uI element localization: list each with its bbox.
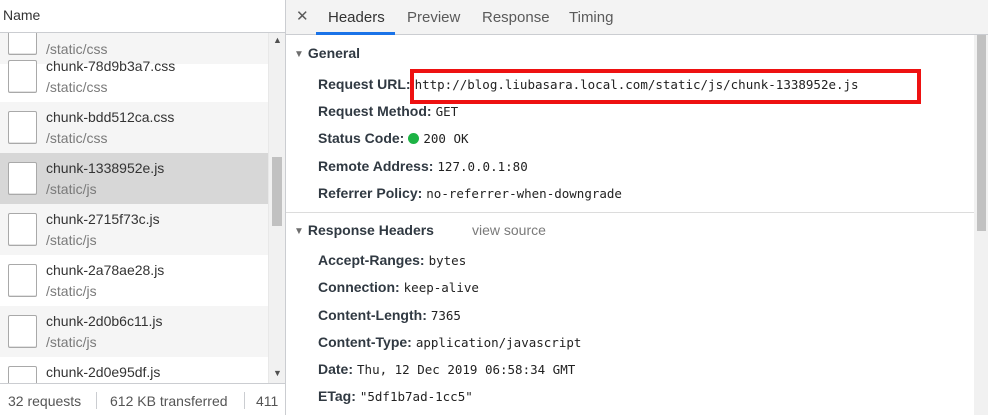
document-icon bbox=[8, 264, 37, 297]
close-icon[interactable]: ✕ bbox=[296, 7, 309, 25]
name-column-label: Name bbox=[3, 7, 41, 23]
name-column-header[interactable]: Name bbox=[0, 0, 285, 33]
file-path: /static/js bbox=[46, 334, 97, 350]
tab-headers[interactable]: Headers bbox=[328, 9, 385, 26]
tab-response[interactable]: Response bbox=[482, 9, 550, 26]
file-path: /static/css bbox=[46, 130, 108, 146]
response-headers-title: Response Headers bbox=[307, 222, 434, 238]
file-row[interactable]: chunk-2a78ae28.js /static/js bbox=[0, 255, 268, 306]
document-icon bbox=[8, 60, 37, 93]
document-icon bbox=[8, 162, 37, 195]
header-name: Request Method: bbox=[318, 103, 432, 119]
file-row-selected[interactable]: chunk-1338952e.js /static/js bbox=[0, 153, 268, 204]
headers-content: ▼ General Request URL: http://blog.liubasa… bbox=[286, 35, 974, 415]
file-name: chunk-2715f73c.js bbox=[46, 211, 160, 227]
scroll-down-arrow-icon[interactable]: ▼ bbox=[273, 368, 282, 378]
header-row-content-type: Content-Type: application/javascript bbox=[318, 334, 581, 350]
header-value[interactable]: GET bbox=[436, 104, 459, 119]
file-row[interactable]: chunk-2d0e95df.js bbox=[0, 357, 268, 383]
response-headers-section-toggle[interactable]: ▼ Response Headers bbox=[294, 222, 434, 238]
file-name: chunk-1338952e.js bbox=[46, 160, 165, 176]
details-scrollbar[interactable] bbox=[974, 35, 988, 415]
header-name: Request URL: bbox=[318, 76, 411, 92]
header-row-remote-address: Remote Address: 127.0.0.1:80 bbox=[318, 158, 528, 174]
file-name: chunk-78d9b3a7.css bbox=[46, 58, 176, 74]
header-name: Date: bbox=[318, 361, 354, 377]
tab-preview[interactable]: Preview bbox=[407, 9, 460, 26]
section-divider bbox=[286, 212, 974, 213]
header-name: Status Code: bbox=[318, 130, 405, 146]
header-name: Connection: bbox=[318, 279, 400, 295]
scroll-up-arrow-icon[interactable]: ▲ bbox=[273, 35, 282, 45]
file-name: chunk-2a78ae28.js bbox=[46, 262, 165, 278]
url-highlight-annotation bbox=[410, 69, 921, 104]
file-list-scrollbar[interactable]: ▲ ▼ bbox=[268, 33, 285, 383]
file-path: /static/css bbox=[46, 79, 108, 95]
transferred-size: 612 KB transferred bbox=[110, 393, 228, 409]
file-row[interactable]: chunk-2d0b6c11.js /static/js bbox=[0, 306, 268, 357]
header-value[interactable]: bytes bbox=[429, 253, 467, 268]
request-details-panel: ✕ Headers Preview Response Timing ▼ Gener… bbox=[286, 0, 988, 415]
file-path: /static/js bbox=[46, 232, 97, 248]
header-name: Referrer Policy: bbox=[318, 185, 423, 201]
file-path: /static/js bbox=[46, 283, 97, 299]
general-section-toggle[interactable]: ▼ General bbox=[294, 45, 360, 61]
header-name: Content-Length: bbox=[318, 307, 427, 323]
header-row-request-method: Request Method: GET bbox=[318, 103, 458, 119]
header-row-connection: Connection: keep-alive bbox=[318, 279, 479, 295]
file-list: /static/css chunk-78d9b3a7.css /static/c… bbox=[0, 33, 268, 383]
header-value[interactable]: keep-alive bbox=[404, 280, 479, 295]
status-separator bbox=[96, 392, 97, 409]
network-request-list: Name /static/css chunk-78d9b3a7.css /sta… bbox=[0, 0, 286, 415]
header-value[interactable]: 7365 bbox=[431, 308, 461, 323]
header-name: Accept-Ranges: bbox=[318, 252, 425, 268]
scrollbar-thumb[interactable] bbox=[977, 35, 986, 231]
document-icon bbox=[8, 111, 37, 144]
header-value[interactable]: no-referrer-when-downgrade bbox=[426, 186, 622, 201]
document-icon bbox=[8, 366, 37, 383]
header-value[interactable]: Thu, 12 Dec 2019 06:58:34 GMT bbox=[357, 362, 575, 377]
file-path: /static/js bbox=[46, 181, 97, 197]
header-value[interactable]: application/javascript bbox=[416, 335, 582, 350]
header-name: Content-Type: bbox=[318, 334, 412, 350]
resources-size: 411 bbox=[256, 393, 279, 409]
header-row-accept-ranges: Accept-Ranges: bytes bbox=[318, 252, 466, 268]
general-section-title: General bbox=[307, 45, 361, 61]
scrollbar-thumb[interactable] bbox=[272, 157, 282, 226]
header-row-status-code: Status Code: 200 OK bbox=[318, 130, 469, 146]
tab-timing[interactable]: Timing bbox=[569, 9, 613, 26]
file-row[interactable]: chunk-78d9b3a7.css /static/css bbox=[0, 51, 268, 102]
document-icon bbox=[8, 315, 37, 348]
triangle-down-icon: ▼ bbox=[294, 49, 304, 60]
green-dot-icon bbox=[408, 133, 420, 144]
header-value[interactable]: "5df1b7ad-1cc5" bbox=[360, 389, 473, 404]
header-value[interactable]: 200 OK bbox=[423, 131, 468, 146]
header-value[interactable]: 127.0.0.1:80 bbox=[437, 159, 527, 174]
request-count: 32 requests bbox=[8, 393, 82, 409]
file-name: chunk-bdd512ca.css bbox=[46, 109, 175, 125]
file-row[interactable]: chunk-bdd512ca.css /static/css bbox=[0, 102, 268, 153]
header-name: ETag: bbox=[318, 388, 356, 404]
status-separator bbox=[244, 392, 245, 409]
header-row-content-length: Content-Length: 7365 bbox=[318, 307, 461, 323]
file-name: chunk-2d0b6c11.js bbox=[46, 313, 163, 329]
header-row-date: Date: Thu, 12 Dec 2019 06:58:34 GMT bbox=[318, 361, 575, 377]
file-name: chunk-2d0e95df.js bbox=[46, 364, 161, 380]
view-source-link[interactable]: view source bbox=[472, 222, 546, 238]
network-summary-bar: 32 requests 612 KB transferred 411 bbox=[0, 383, 285, 415]
document-icon bbox=[8, 213, 37, 246]
details-tabbar: ✕ Headers Preview Response Timing bbox=[286, 0, 988, 35]
file-row[interactable]: chunk-2715f73c.js /static/js bbox=[0, 204, 268, 255]
header-row-referrer-policy: Referrer Policy: no-referrer-when-downgra… bbox=[318, 185, 622, 201]
header-name: Remote Address: bbox=[318, 158, 434, 174]
header-row-etag: ETag: "5df1b7ad-1cc5" bbox=[318, 388, 473, 404]
triangle-down-icon: ▼ bbox=[294, 226, 304, 237]
